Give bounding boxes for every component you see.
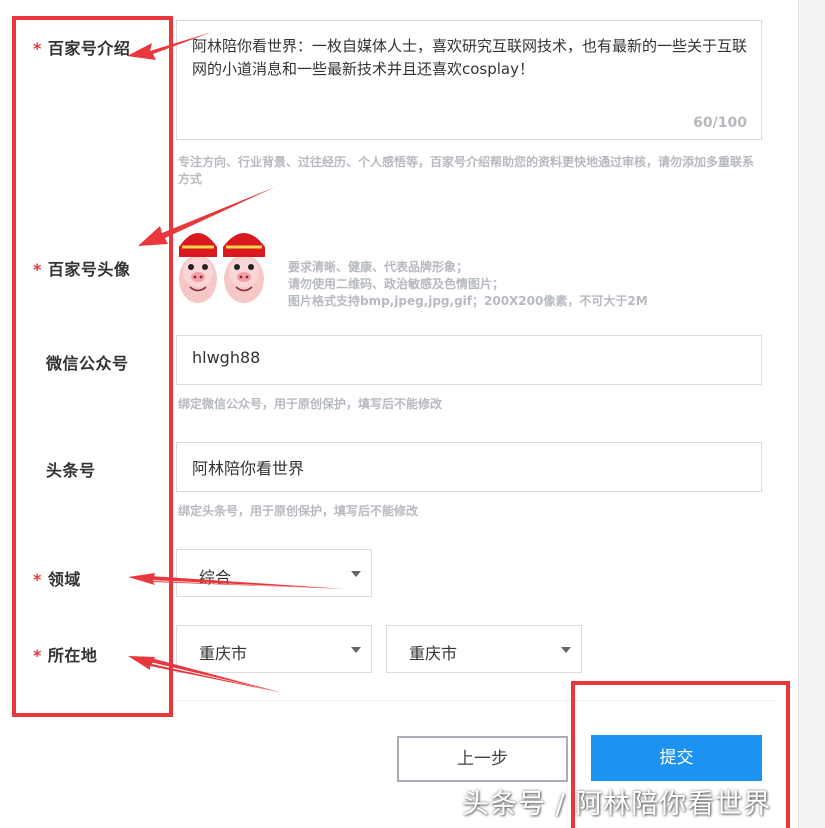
annotation-arrows xyxy=(127,32,345,693)
arrow-icon xyxy=(138,187,275,246)
arrow-icon xyxy=(127,32,212,60)
arrow-icon xyxy=(150,658,283,693)
arrow-icon xyxy=(128,573,345,589)
watermark-text: 头条号 / 阿林陪你看世界 xyxy=(462,789,772,820)
